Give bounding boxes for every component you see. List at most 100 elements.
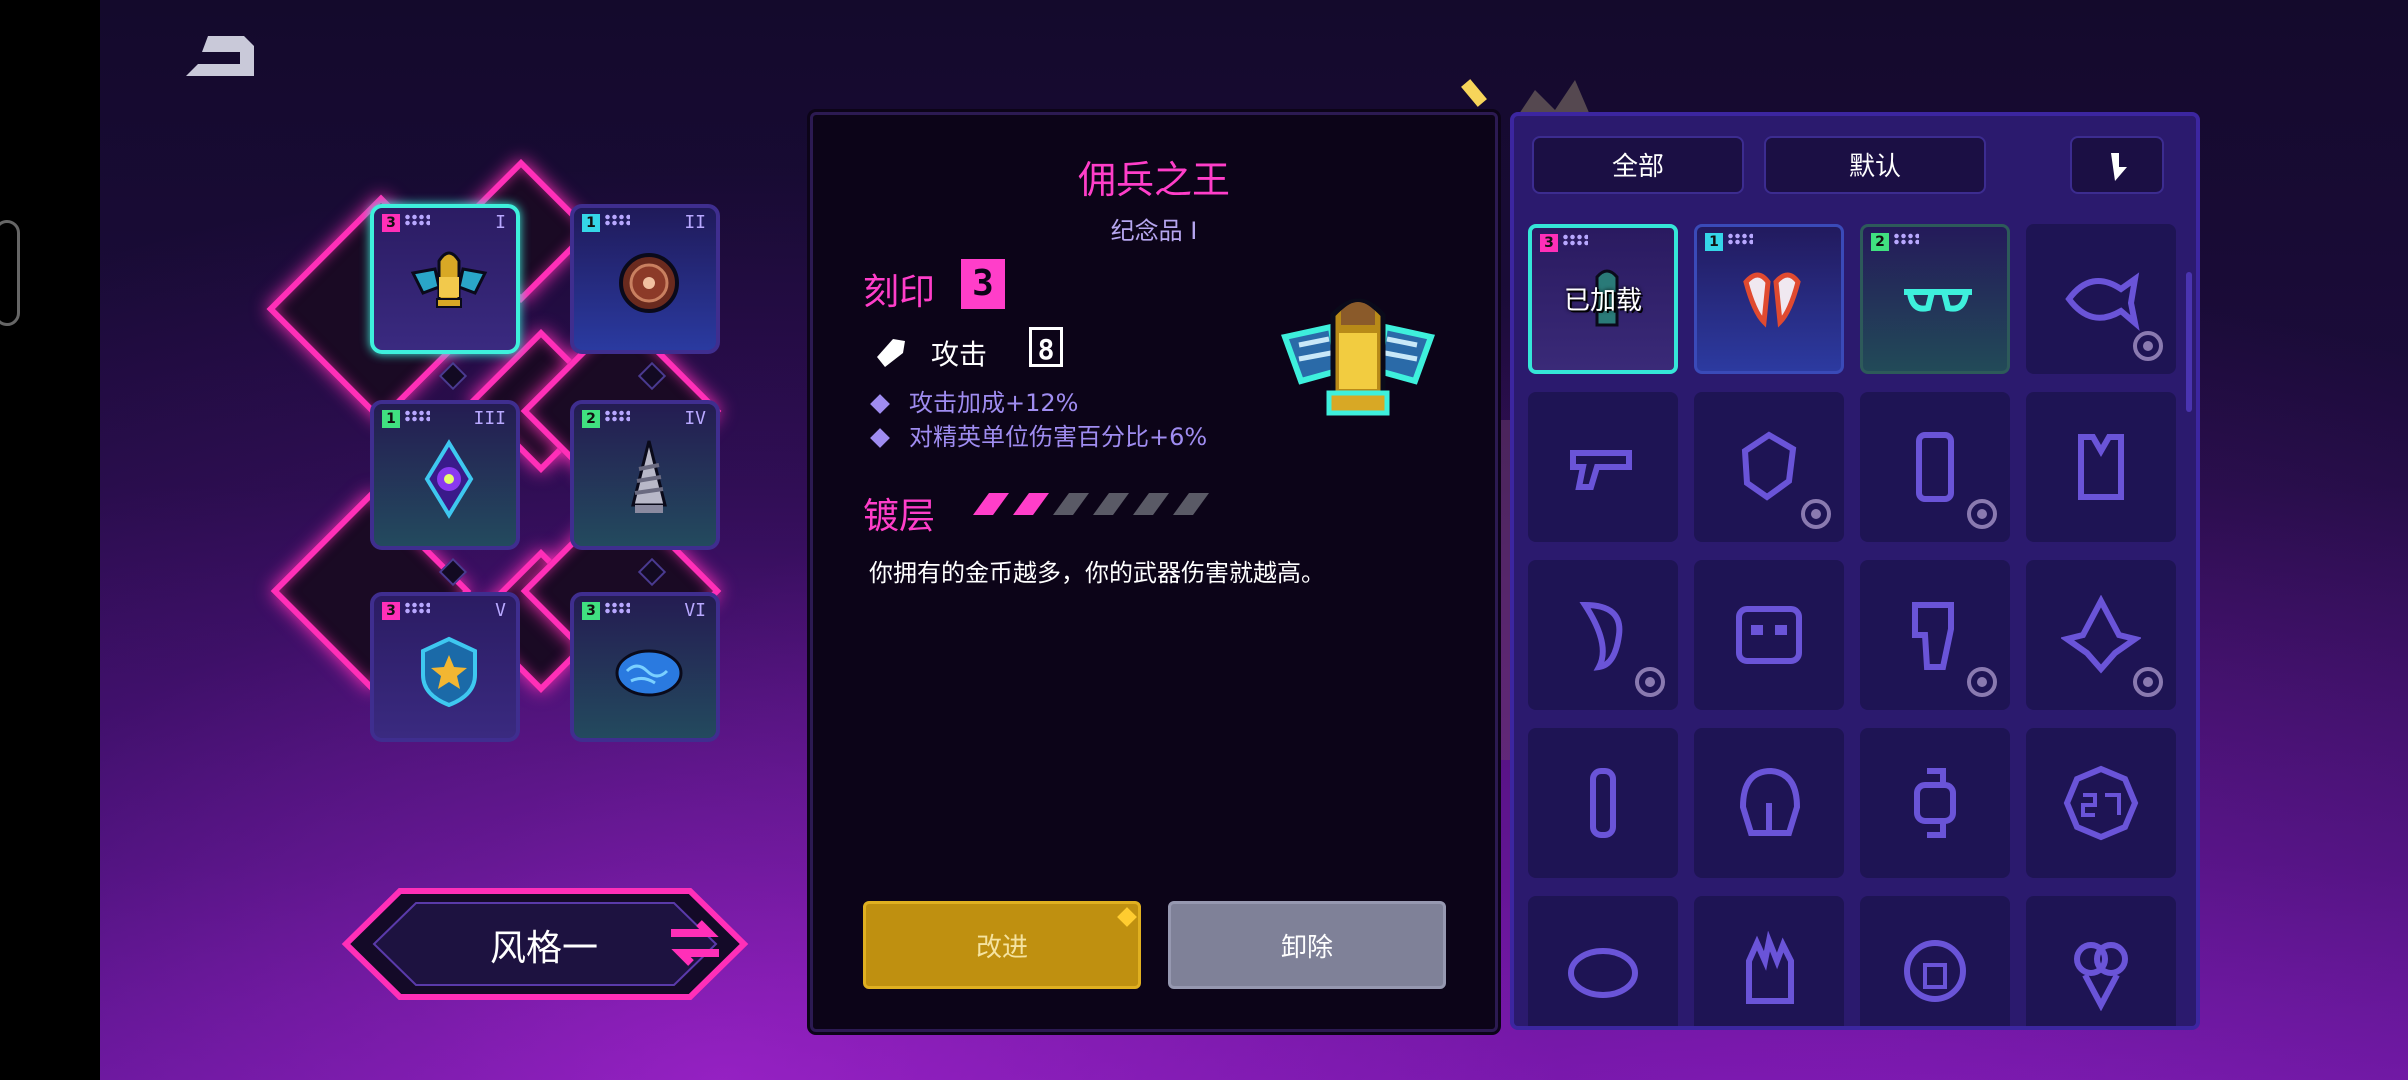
inventory-grid: 3 已加载 1 2	[1528, 224, 2176, 1026]
disc-icon	[1904, 940, 1966, 1002]
slot-numeral: I	[495, 212, 506, 233]
bullet-tag-icon	[877, 339, 905, 367]
sunglasses-icon	[1904, 289, 1972, 312]
item-rarity-dots	[1562, 234, 1588, 246]
inventory-item[interactable]: 3 已加载	[1528, 224, 1678, 374]
filter-all-button[interactable]: 全部	[1532, 136, 1744, 194]
slot-level: 1	[582, 214, 600, 232]
attack-level-badge: 8	[1029, 327, 1063, 367]
watch-icon	[1914, 768, 1956, 838]
item-description: 你拥有的金币越多，你的武器伤害就越高。	[869, 559, 1325, 587]
inventory-item[interactable]	[1528, 896, 1678, 1026]
game-screen: 3 I 1 II 1 III 2 IV 3 V 3 VI 风格一 佣兵之王 纪念…	[0, 0, 2408, 1080]
slot-level: 3	[382, 602, 400, 620]
inventory-item[interactable]	[1528, 392, 1678, 542]
attack-label: 攻击	[931, 338, 988, 371]
fangs-icon	[1743, 272, 1801, 328]
inventory-item[interactable]	[1694, 896, 1844, 1026]
slot-2[interactable]: 1 II	[570, 204, 720, 354]
loaded-label: 已加载	[1563, 286, 1642, 316]
inventory-item[interactable]	[1860, 896, 2010, 1026]
potion-icon	[1801, 499, 1831, 529]
winged-bullet-icon	[1281, 298, 1435, 416]
stat-bullet	[870, 428, 890, 448]
helmet-icon	[1739, 767, 1801, 836]
inventory-item[interactable]	[1860, 560, 2010, 710]
spiral-icon	[2133, 331, 2163, 361]
slot-1[interactable]: 3 I	[370, 204, 520, 354]
item-subtitle: 纪念品 I	[1110, 217, 1198, 245]
item-level: 1	[1705, 233, 1723, 251]
sort-order-button[interactable]	[2070, 136, 2164, 194]
remove-button[interactable]: 卸除	[1168, 901, 1446, 989]
drill-icon	[631, 440, 667, 513]
plating-label: 镀层	[863, 496, 936, 537]
leg-armor-icon	[1912, 602, 1954, 670]
edge-notch	[0, 220, 20, 326]
inventory-item[interactable]	[1528, 728, 1678, 878]
ice-cream-icon	[2074, 942, 2128, 1011]
slot-numeral: VI	[684, 600, 706, 621]
round-shield-icon	[619, 253, 679, 313]
plating-pip-empty	[1053, 493, 1089, 515]
item-rarity-dots	[1727, 233, 1753, 245]
robot-face-icon	[1736, 606, 1802, 664]
stat-line: 对精英单位伤害百分比+6%	[870, 417, 1207, 451]
notification-dot	[1117, 907, 1137, 927]
moon-icon	[1967, 499, 1997, 529]
slot-5[interactable]: 3 V	[370, 592, 520, 742]
inventory-item[interactable]	[2026, 224, 2176, 374]
plating-bar	[973, 493, 1209, 515]
glove-icon	[1746, 931, 1794, 1004]
sort-arrow-icon	[2111, 153, 2127, 181]
slot-rarity-dots	[404, 602, 430, 614]
inventory-item[interactable]	[2026, 560, 2176, 710]
inventory-item[interactable]	[1694, 728, 1844, 878]
inventory-item[interactable]	[1694, 560, 1844, 710]
inventory-item[interactable]: 2	[1860, 224, 2010, 374]
swap-arrows-icon[interactable]	[665, 915, 725, 971]
slot-rarity-dots	[604, 602, 630, 614]
scrollbar[interactable]	[2186, 272, 2192, 412]
inventory-item[interactable]: 1	[1694, 224, 1844, 374]
plating-pip-empty	[1133, 493, 1169, 515]
back-arrow-icon[interactable]	[180, 28, 264, 88]
inventory-item[interactable]	[1860, 392, 2010, 542]
item-detail-panel: 佣兵之王 纪念品 I 刻印 3 攻击 8 攻击加成+12% 对精英单位伤害百分比…	[810, 112, 1498, 1032]
bird-icon	[2061, 595, 2141, 674]
slot-6[interactable]: 3 VI	[570, 592, 720, 742]
sort-default-button[interactable]: 默认	[1764, 136, 1986, 194]
slot-level: 3	[582, 602, 600, 620]
slot-level: 2	[582, 410, 600, 428]
item-title: 佣兵之王	[1077, 158, 1230, 202]
inventory-panel: 全部 默认 3 已加载 1 2	[1510, 112, 2200, 1030]
star-badge-icon	[421, 636, 477, 708]
style-label: 风格一	[490, 928, 599, 969]
inventory-item[interactable]	[1694, 392, 1844, 542]
item-level: 3	[1540, 234, 1558, 252]
slot-level: 3	[382, 214, 400, 232]
slot-3[interactable]: 1 III	[370, 400, 520, 550]
sun-icon	[1635, 667, 1665, 697]
stat-text: 对精英单位伤害百分比+6%	[909, 423, 1208, 451]
imprint-level-badge: 3	[961, 259, 1005, 309]
slot-connector	[438, 361, 468, 391]
stat-text: 攻击加成+12%	[909, 389, 1079, 417]
upgrade-label: 改进	[975, 933, 1028, 963]
inventory-item[interactable]	[1860, 728, 2010, 878]
flare-icon	[1461, 79, 1487, 107]
stat-bullet	[870, 394, 890, 414]
inventory-item[interactable]	[1528, 560, 1678, 710]
inventory-item[interactable]	[2026, 392, 2176, 542]
inventory-item[interactable]	[2026, 728, 2176, 878]
upgrade-button[interactable]: 改进	[863, 901, 1141, 989]
slot-board: 3 I 1 II 1 III 2 IV 3 V 3 VI	[266, 140, 780, 800]
brain-outline-icon	[1568, 948, 1638, 998]
style-selector[interactable]: 风格一	[340, 885, 750, 1003]
inventory-item[interactable]	[2026, 896, 2176, 1026]
slot-4[interactable]: 2 IV	[570, 400, 720, 550]
fist-icon	[1741, 431, 1797, 501]
brain-icon	[615, 649, 683, 697]
slot-numeral: II	[684, 212, 706, 233]
slot-numeral: IV	[684, 408, 706, 429]
